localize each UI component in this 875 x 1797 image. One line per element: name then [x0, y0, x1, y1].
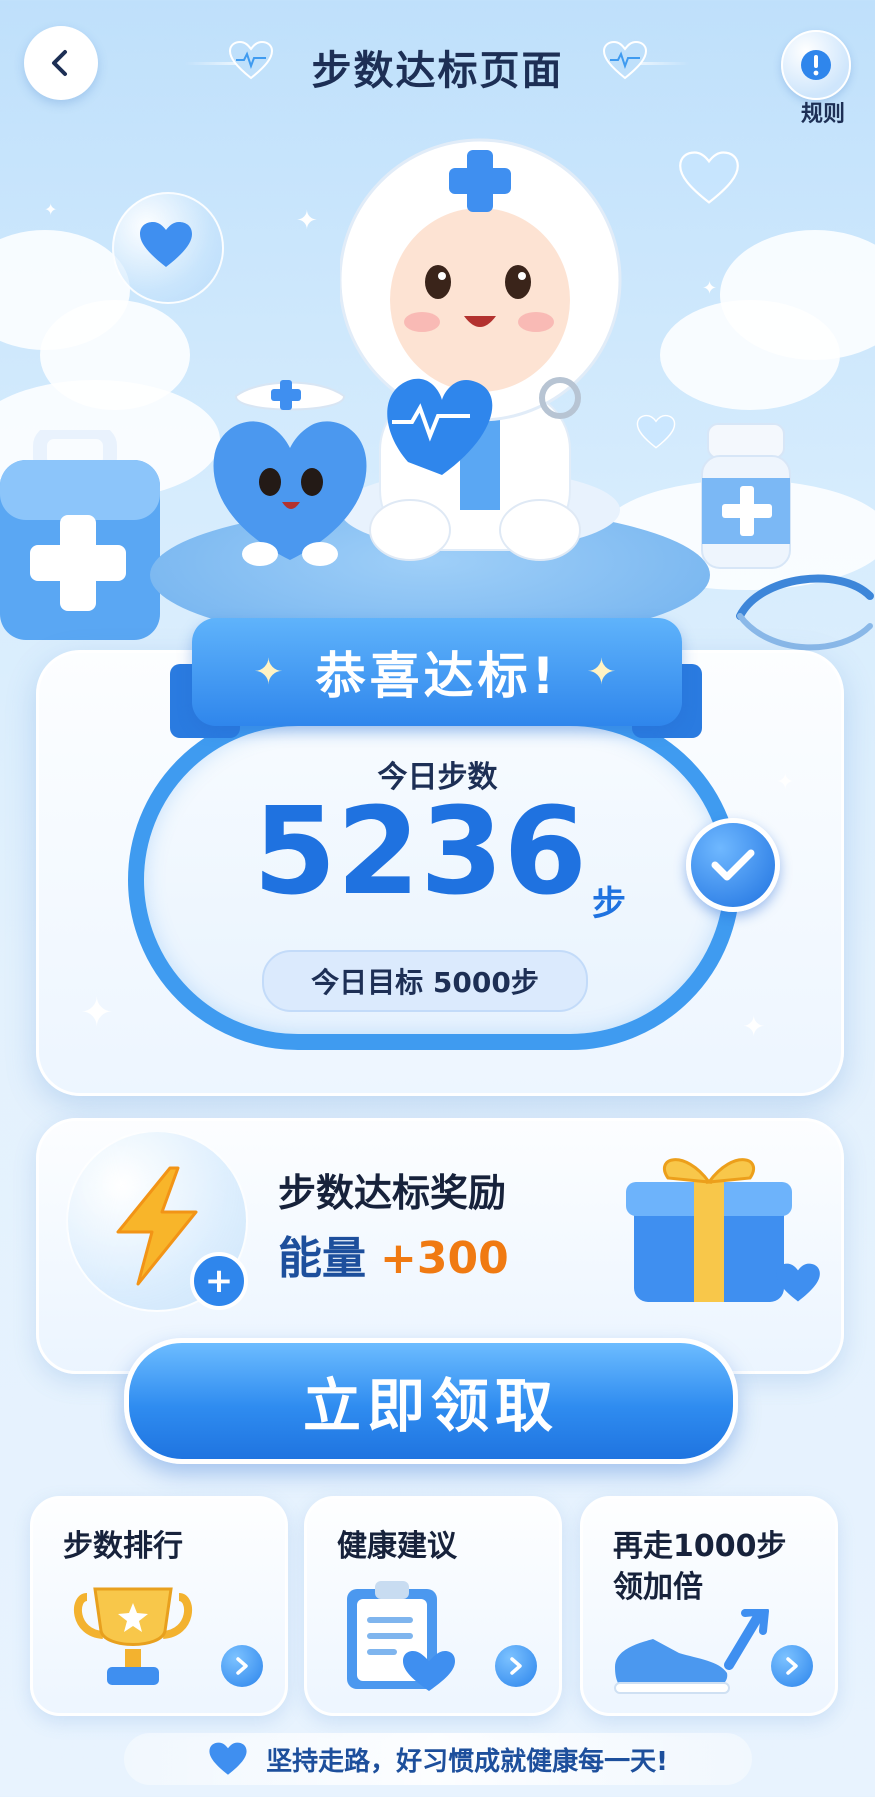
check-icon: [711, 849, 755, 881]
rules-label[interactable]: 规则: [801, 96, 845, 128]
heart-icon: [774, 1262, 822, 1308]
health-advice-card[interactable]: 健康建议: [304, 1496, 562, 1716]
gift-icon: [624, 1138, 794, 1312]
heart-icon: [138, 220, 194, 274]
congrats-text: 恭喜达标!: [315, 647, 559, 705]
ranking-card[interactable]: 步数排行: [30, 1496, 288, 1716]
heart-icon: [636, 414, 676, 454]
reward-amount: 能量 +300: [278, 1222, 509, 1286]
doctor-mascot: [338, 130, 630, 574]
cloud: [660, 300, 840, 410]
trophy-icon: [73, 1583, 193, 1697]
congrats-banner: ✦ 恭喜达标! ✦: [192, 618, 682, 726]
bonus-walk-card[interactable]: 再走1000步 领加倍: [580, 1496, 838, 1716]
claim-button[interactable]: 立即领取: [124, 1338, 738, 1464]
sparkle-icon: ✦: [702, 278, 718, 299]
ranking-title: 步数排行: [63, 1529, 183, 1564]
lightning-icon: [108, 1166, 204, 1290]
rules-icon: [801, 50, 831, 80]
steps-unit: 步: [592, 884, 626, 924]
reward-title: 步数达标奖励: [278, 1171, 507, 1215]
shoe-icon: [609, 1607, 779, 1703]
health-advice-arrow[interactable]: [495, 1645, 537, 1687]
energy-label: 能量: [278, 1233, 366, 1284]
medical-kit-icon: [0, 425, 170, 654]
goal-badge: 今日目标 5000步: [262, 950, 588, 1012]
steps-count: 5236: [253, 783, 587, 922]
clipboard-icon: [341, 1573, 461, 1697]
sparkle-icon: ✦: [80, 990, 114, 1036]
plus-icon: +: [190, 1252, 248, 1310]
bonus-walk-title: 再走1000步 领加倍: [613, 1529, 787, 1605]
chevron-right-icon: [510, 1657, 522, 1675]
page-title: 步数达标页面: [311, 48, 564, 94]
sparkle-icon: ✦: [296, 206, 318, 236]
chevron-right-icon: [236, 1657, 248, 1675]
motivation-banner: 坚持走路，好习惯成就健康每一天!: [124, 1733, 752, 1785]
bonus-walk-arrow[interactable]: [771, 1645, 813, 1687]
sparkle-icon: ✦: [742, 1010, 766, 1043]
health-advice-title: 健康建议: [337, 1529, 457, 1564]
sparkle-icon: ✦: [586, 651, 621, 693]
motivation-text: 坚持走路，好习惯成就健康每一天!: [266, 1746, 668, 1777]
check-badge: [686, 818, 780, 912]
sparkle-icon: ✦: [253, 651, 288, 693]
chevron-right-icon: [786, 1657, 798, 1675]
medicine-bottle-icon: [700, 422, 792, 576]
ranking-arrow[interactable]: [221, 1645, 263, 1687]
heart-mascot: [200, 370, 380, 574]
rules-button[interactable]: [781, 30, 851, 100]
heart-icon: [678, 150, 740, 210]
energy-amount: +300: [380, 1233, 509, 1284]
sparkle-icon: ✦: [44, 200, 58, 219]
heart-icon: [209, 1742, 247, 1775]
